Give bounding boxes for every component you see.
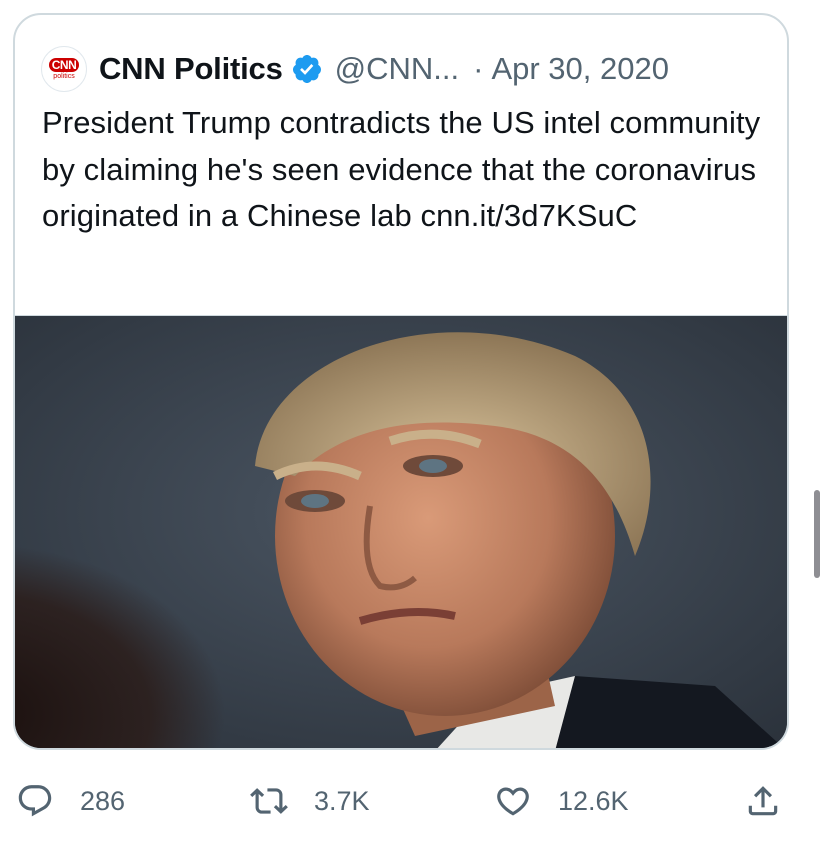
retweet-icon [250,788,288,814]
reply-count: 286 [80,785,126,816]
share-icon [748,786,778,816]
like-button[interactable]: 12.6K [494,775,629,827]
tweet-text: President Trump contradicts the US intel… [42,105,761,233]
verified-badge-icon [292,55,321,83]
like-count: 12.6K [558,785,629,816]
reply-icon [18,785,52,817]
retweet-count: 3.7K [314,785,370,816]
retweet-button[interactable]: 3.7K [250,775,370,827]
avatar-logo: CNN [48,57,80,72]
avatar-subtext: politics [53,72,75,80]
separator-dot: · [473,51,484,86]
tweet-actions: 286 3.7K 12.6K [0,775,828,831]
tweet-header: CNN politics CNN Politics @CNN... · Apr … [41,46,669,92]
author-handle[interactable]: @CNN... [335,51,459,87]
photo-illustration [15,316,787,748]
tweet-card[interactable]: CNN politics CNN Politics @CNN... · Apr … [13,13,789,750]
tweet-date[interactable]: Apr 30, 2020 [491,51,669,87]
share-button[interactable] [744,775,782,827]
author-name[interactable]: CNN Politics [99,51,283,87]
like-icon [497,787,529,816]
avatar[interactable]: CNN politics [41,46,87,92]
scroll-indicator[interactable] [814,490,820,578]
tweet-photo[interactable] [15,315,787,748]
reply-button[interactable]: 286 [16,775,125,827]
